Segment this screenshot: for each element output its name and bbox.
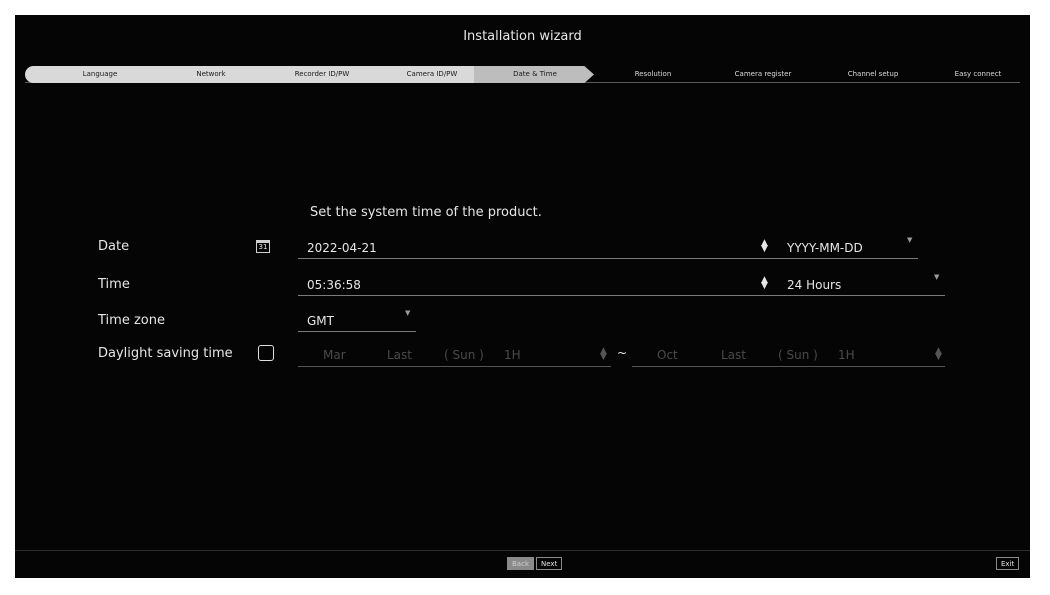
timezone-dropdown-icon[interactable]: ▼: [405, 309, 410, 317]
time-value: 05:36:58: [307, 278, 361, 292]
calendar-icon[interactable]: 31: [256, 240, 270, 253]
time-format-value: 24 Hours: [787, 278, 842, 292]
date-spinner-icon[interactable]: ▲ ▼: [761, 239, 768, 254]
dst-checkbox[interactable]: [258, 345, 274, 361]
step-channel-setup: Channel setup: [847, 70, 899, 78]
time-spinner-icon[interactable]: ▲ ▼: [761, 276, 768, 291]
step-date-time: Date & Time: [513, 70, 557, 78]
step-camera-id-pw: Camera ID/PW: [406, 70, 458, 78]
dst-label: Daylight saving time: [98, 346, 233, 361]
dst-start-week: Last: [387, 348, 412, 362]
time-input[interactable]: 05:36:58: [298, 274, 781, 296]
dst-start-day: ( Sun ): [444, 348, 484, 362]
time-format-select[interactable]: 24 Hours: [778, 274, 945, 296]
step-recorder-id-pw: Recorder ID/PW: [294, 70, 350, 78]
timezone-label: Time zone: [98, 313, 165, 328]
wizard-screen: Installation wizard Language Network Rec…: [15, 15, 1030, 578]
back-button[interactable]: Back: [507, 557, 534, 570]
time-label: Time: [98, 277, 130, 292]
exit-button[interactable]: Exit: [996, 557, 1020, 570]
date-value: 2022-04-21: [307, 241, 377, 255]
date-label: Date: [98, 239, 130, 254]
instruction-text: Set the system time of the product.: [310, 205, 542, 220]
step-language: Language: [82, 70, 118, 78]
dst-end-month: Oct: [657, 348, 678, 362]
date-format-value: YYYY-MM-DD: [787, 241, 863, 255]
footer-divider: [15, 550, 1030, 551]
dst-end-week: Last: [721, 348, 746, 362]
date-input[interactable]: 2022-04-21: [298, 237, 781, 259]
step-network: Network: [196, 70, 226, 78]
dst-end-hour: 1H: [838, 348, 855, 362]
dst-start-spinner-icon: ▲ ▼: [600, 346, 607, 362]
step-camera-register: Camera register: [734, 70, 792, 78]
next-button[interactable]: Next: [536, 557, 563, 570]
date-format-select[interactable]: YYYY-MM-DD: [778, 237, 918, 259]
date-format-dropdown-icon[interactable]: ▼: [907, 236, 912, 244]
dst-start-range: Mar Last ( Sun ) 1H: [298, 345, 611, 367]
step-resolution: Resolution: [634, 70, 672, 78]
dst-start-hour: 1H: [504, 348, 521, 362]
timezone-select[interactable]: GMT: [298, 310, 416, 332]
step-progress-bar: Language Network Recorder ID/PW Camera I…: [25, 66, 1020, 83]
dst-start-month: Mar: [323, 348, 346, 362]
dst-range-separator: ~: [617, 346, 628, 360]
dst-end-range: Oct Last ( Sun ) 1H: [632, 345, 945, 367]
timezone-value: GMT: [307, 314, 334, 328]
step-easy-connect: Easy connect: [954, 70, 1002, 78]
window-title: Installation wizard: [463, 29, 582, 44]
dst-end-spinner-icon: ▲ ▼: [935, 346, 942, 362]
dst-end-day: ( Sun ): [778, 348, 818, 362]
time-format-dropdown-icon[interactable]: ▼: [934, 273, 939, 281]
